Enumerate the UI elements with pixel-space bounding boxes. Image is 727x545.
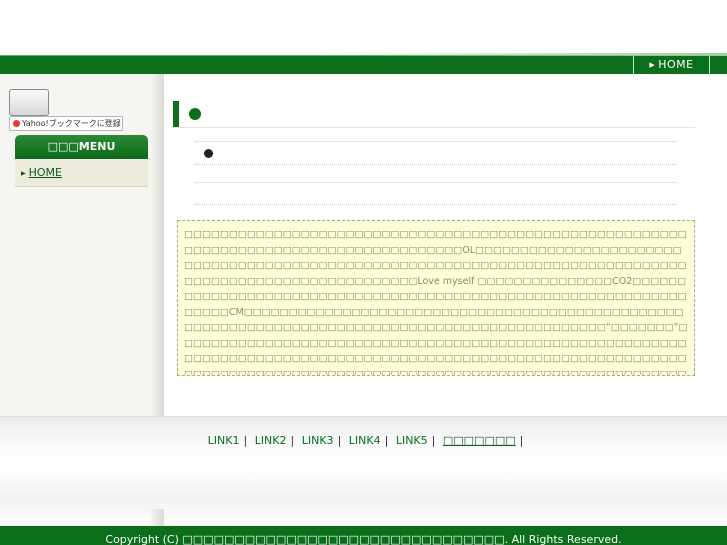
sidebar-shadow xyxy=(150,74,164,416)
footer-link-3[interactable]: LINK3 xyxy=(302,434,334,447)
sidebar-item-label: HOME xyxy=(28,166,62,179)
triangle-right-icon: ▶ xyxy=(649,61,656,69)
dotted-divider xyxy=(195,204,677,205)
link-separator: | xyxy=(431,434,436,447)
sidebar-item-home-link[interactable]: ▶ HOME xyxy=(21,166,62,179)
yahoo-bookmark-button[interactable]: Yahoo!ブックマークに登録 xyxy=(9,116,123,131)
link-separator: | xyxy=(337,434,342,447)
dotted-divider xyxy=(195,141,677,142)
dotted-divider xyxy=(195,164,677,165)
title-bullet-icon xyxy=(189,108,201,120)
footer-sidebar-shadow xyxy=(150,509,164,527)
link-separator: | xyxy=(290,434,295,447)
footer-link-4[interactable]: LINK4 xyxy=(349,434,381,447)
title-underline xyxy=(173,127,695,128)
description-note: □□□□□□□□□□□□□□□□□□□□□□□□□□□□□□□□□□□□□□□□… xyxy=(177,220,695,376)
link-separator: | xyxy=(519,434,524,447)
subtitle-bullet-icon xyxy=(204,149,213,158)
nav-home-link[interactable]: ▶ HOME xyxy=(633,56,710,74)
sidebar-item-home[interactable]: ▶ HOME xyxy=(15,160,148,187)
footer-link-2[interactable]: LINK2 xyxy=(255,434,287,447)
copyright-bar: Copyright (C) □□□□□□□□□□□□□□□□□□□□□□□□□□… xyxy=(0,526,727,545)
triangle-right-icon: ▶ xyxy=(21,170,26,177)
title-accent-bar xyxy=(173,101,179,128)
nav-home-label: HOME xyxy=(658,58,694,71)
global-nav-bar: ▶ HOME xyxy=(0,53,727,74)
copyright-text: Copyright (C) □□□□□□□□□□□□□□□□□□□□□□□□□□… xyxy=(105,533,622,545)
dotted-divider xyxy=(195,182,677,183)
footer-link-6[interactable]: □□□□□□□ xyxy=(443,434,516,447)
footer-link-5[interactable]: LINK5 xyxy=(396,434,428,447)
sidebar-menu-title: □□□MENU xyxy=(15,135,148,159)
yahoo-bookmark-label: Yahoo!ブックマークに登録 xyxy=(22,119,121,128)
bookmark-button[interactable] xyxy=(9,89,49,116)
link-separator: | xyxy=(384,434,389,447)
link-separator: | xyxy=(243,434,248,447)
top-header xyxy=(0,0,727,56)
footer-links: LINK1 | LINK2 | LINK3 | LINK4 | LINK5 | □□□□□… xyxy=(0,433,727,449)
footer-link-1[interactable]: LINK1 xyxy=(208,434,240,447)
yahoo-bookmark-icon xyxy=(13,120,20,127)
